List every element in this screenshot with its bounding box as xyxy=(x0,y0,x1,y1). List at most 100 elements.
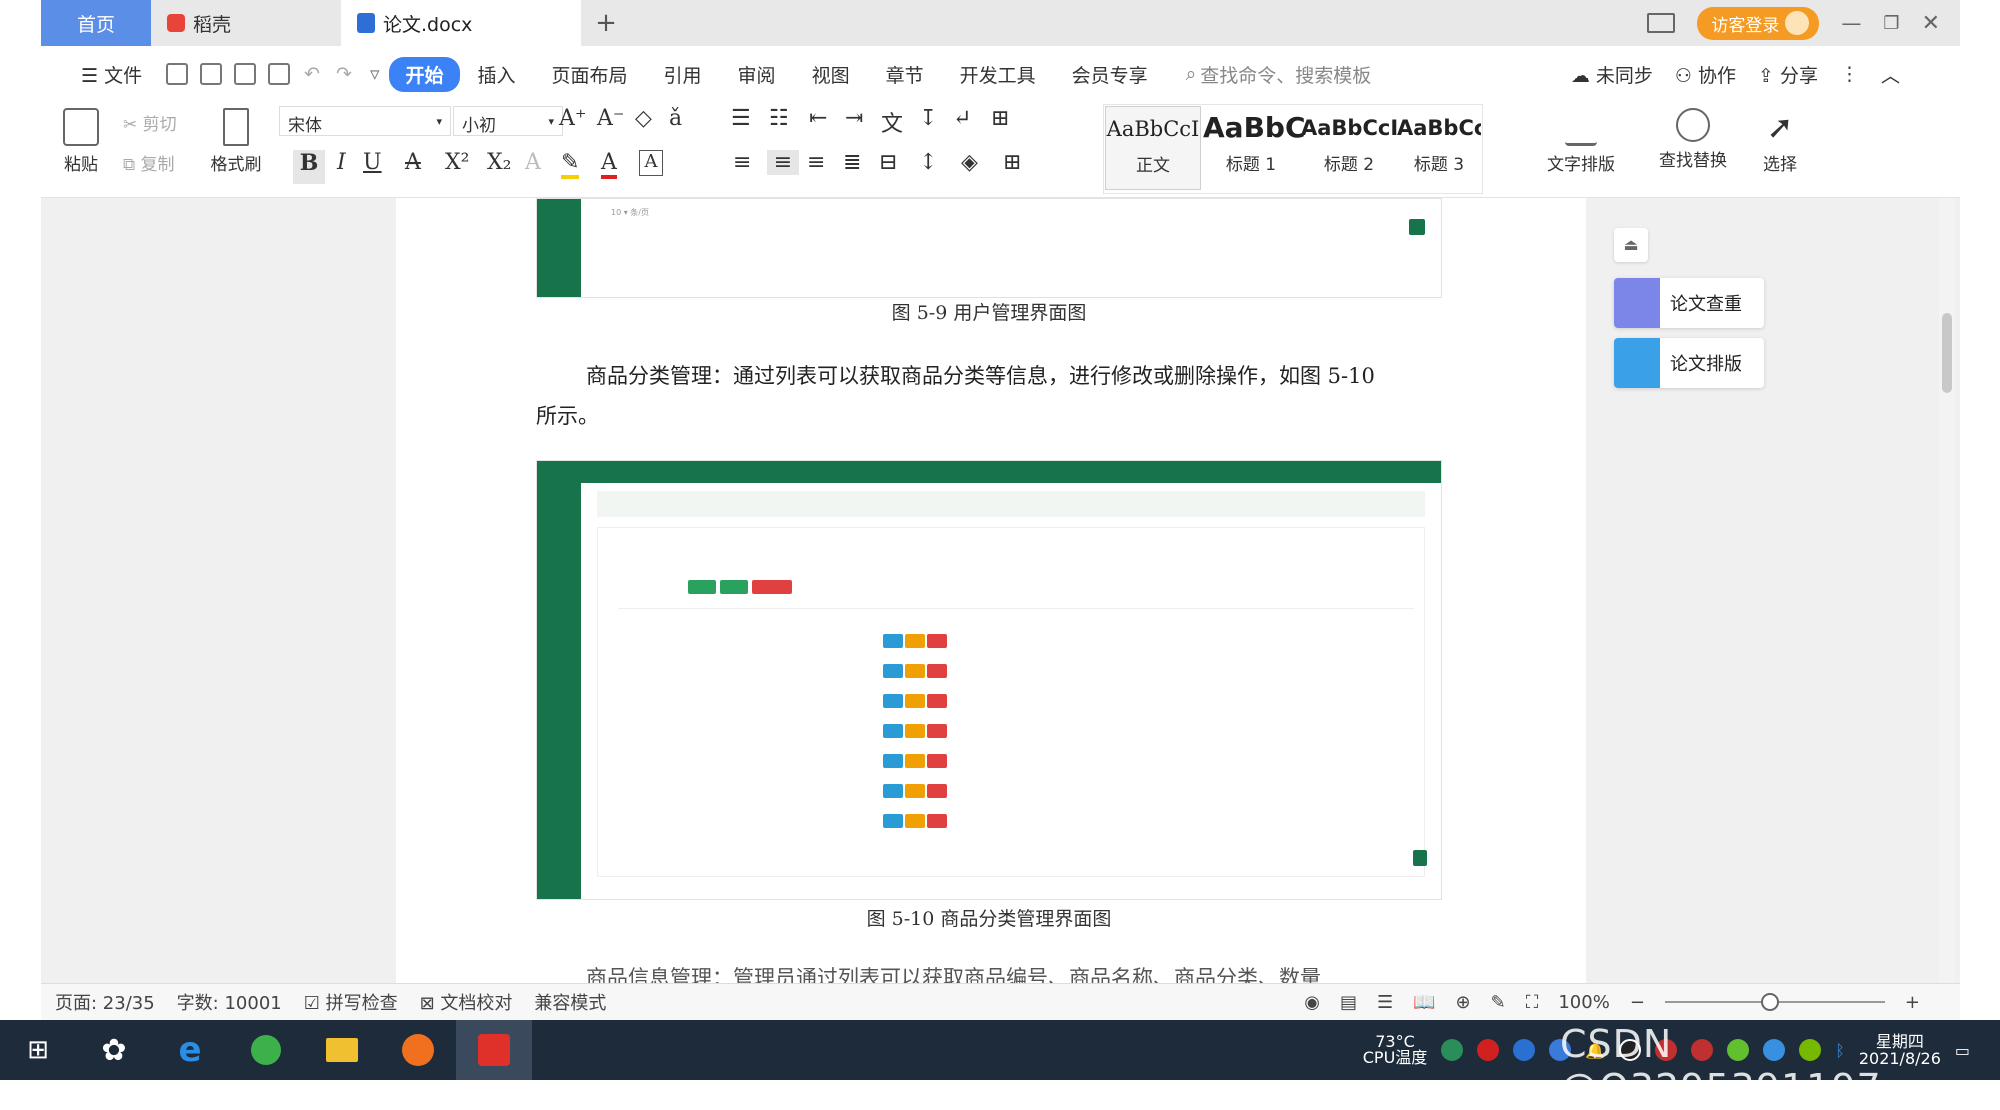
more-icon[interactable]: ⋮ xyxy=(1840,63,1859,85)
char-border-icon[interactable]: A xyxy=(639,150,663,176)
zoom-slider[interactable] xyxy=(1664,993,1885,1011)
file-menu[interactable]: ☰ 文件 xyxy=(63,61,160,88)
tab-home[interactable]: 首页 xyxy=(41,0,151,46)
font-size-select[interactable]: 小初 ▾ xyxy=(453,106,563,136)
tab-daoke[interactable]: 稻壳 xyxy=(151,0,341,46)
taskbar-app-1[interactable]: ✿ xyxy=(76,1020,152,1080)
select-button[interactable]: ➚ 选择 xyxy=(1745,108,1815,175)
share-button[interactable]: ⇪ 分享 xyxy=(1758,61,1818,88)
text-layout-button[interactable]: 文字排版 xyxy=(1531,108,1631,175)
italic-button[interactable]: I xyxy=(337,150,346,175)
write-view-icon[interactable]: ✎ xyxy=(1491,992,1506,1013)
vertical-scrollbar[interactable] xyxy=(1939,198,1955,983)
restore-icon[interactable]: ❐ xyxy=(1883,13,1899,34)
document-canvas[interactable]: 10 ▾ 条/页 图 5-9 用户管理界面图 商品分类管理：通过列表可以获取商品… xyxy=(41,198,1960,983)
style-heading-3[interactable]: AaBbCcI 标题 3 xyxy=(1397,106,1481,190)
panel-collapse-button[interactable]: ⏏ xyxy=(1614,228,1648,262)
zoom-in-button[interactable]: + xyxy=(1905,992,1920,1013)
menu-insert[interactable]: 插入 xyxy=(460,61,534,88)
distributed-icon[interactable]: ⊟ xyxy=(879,150,897,175)
font-family-select[interactable]: 宋体 ▾ xyxy=(279,106,451,136)
zoom-slider-handle[interactable] xyxy=(1760,993,1779,1011)
spell-check-button[interactable]: ☑ 拼写检查 xyxy=(304,989,398,1015)
bold-button[interactable]: B xyxy=(293,150,325,184)
zoom-level[interactable]: 100% xyxy=(1558,992,1609,1013)
decrease-indent-icon[interactable]: ⇤ xyxy=(809,106,827,131)
style-heading-1[interactable]: AaBbC 标题 1 xyxy=(1203,106,1306,190)
taskbar-wps[interactable] xyxy=(456,1020,532,1080)
collab-button[interactable]: ⚇ 协作 xyxy=(1675,61,1736,88)
justify-icon[interactable]: ≣ xyxy=(843,150,861,175)
menu-member[interactable]: 会员专享 xyxy=(1054,61,1166,88)
word-count[interactable]: 字数: 10001 xyxy=(177,989,282,1015)
save-icon[interactable] xyxy=(166,63,189,85)
outline-view-icon[interactable]: ☰ xyxy=(1377,992,1393,1013)
visitor-login-button[interactable]: 访客登录 xyxy=(1697,6,1820,40)
document-page[interactable]: 10 ▾ 条/页 图 5-9 用户管理界面图 商品分类管理：通过列表可以获取商品… xyxy=(396,198,1586,983)
web-view-icon[interactable]: ⊕ xyxy=(1456,992,1471,1013)
shrink-font-icon[interactable]: A⁻ xyxy=(597,106,625,131)
read-view-icon[interactable]: 📖 xyxy=(1413,992,1435,1013)
chinese-layout-icon[interactable]: 文 xyxy=(881,106,903,138)
phonetic-icon[interactable]: ǎ xyxy=(669,106,682,131)
new-tab-button[interactable]: + xyxy=(581,0,631,46)
shading-icon[interactable]: ◈ xyxy=(961,150,978,175)
align-center-icon[interactable]: ≡ xyxy=(767,150,799,175)
paper-check-button[interactable]: 论文查重 xyxy=(1614,278,1764,328)
show-marks-icon[interactable]: ↵ xyxy=(953,106,971,131)
scrollbar-thumb[interactable] xyxy=(1942,313,1952,393)
strikethrough-button[interactable]: A xyxy=(405,150,421,175)
clear-format-icon[interactable]: ◇ xyxy=(635,106,652,131)
tray-app-icon[interactable] xyxy=(1441,1039,1464,1061)
print-icon[interactable] xyxy=(234,63,257,85)
text-effect-icon[interactable]: A xyxy=(525,150,541,175)
menu-chapter[interactable]: 章节 xyxy=(868,61,942,88)
style-normal[interactable]: AaBbCcI 正文 xyxy=(1105,106,1201,190)
undo-icon[interactable]: ↶ xyxy=(296,63,328,85)
paste-button[interactable]: 粘贴 xyxy=(51,108,111,175)
document-proof-button[interactable]: ⊠ 文档校对 xyxy=(420,989,513,1015)
page-indicator[interactable]: 页面: 23/35 xyxy=(55,989,155,1015)
border-icon[interactable]: ⊞ xyxy=(1003,150,1021,175)
collapse-ribbon-icon[interactable]: ︿ xyxy=(1881,61,1900,88)
taskbar-app-fox[interactable] xyxy=(380,1020,456,1080)
menu-references[interactable]: 引用 xyxy=(646,61,720,88)
style-heading-2[interactable]: AaBbCcI 标题 2 xyxy=(1301,106,1398,190)
format-painter-button[interactable]: 格式刷 xyxy=(203,108,269,175)
copy-button[interactable]: ⧉ 复制 xyxy=(123,150,203,175)
numbered-list-icon[interactable]: ☷ xyxy=(769,106,789,131)
menu-developer[interactable]: 开发工具 xyxy=(942,61,1054,88)
grow-font-icon[interactable]: A⁺ xyxy=(559,106,587,131)
paper-layout-button[interactable]: 论文排版 xyxy=(1614,338,1764,388)
menu-start[interactable]: 开始 xyxy=(389,56,460,92)
close-icon[interactable]: ✕ xyxy=(1922,11,1940,36)
page-view-icon[interactable]: ▤ xyxy=(1340,992,1357,1013)
zoom-out-button[interactable]: − xyxy=(1630,992,1645,1013)
eye-protection-icon[interactable]: ◉ xyxy=(1304,992,1320,1013)
highlight-icon[interactable]: ✎ xyxy=(561,150,580,179)
find-replace-button[interactable]: 查找替换 xyxy=(1643,108,1743,171)
tab-document[interactable]: 论文.docx xyxy=(341,0,581,46)
minimize-icon[interactable]: — xyxy=(1841,11,1861,35)
sort-icon[interactable]: ↧ xyxy=(919,106,937,131)
export-icon[interactable] xyxy=(200,63,223,85)
line-spacing-icon[interactable]: ↕ xyxy=(919,150,937,175)
increase-indent-icon[interactable]: ⇥ xyxy=(845,106,863,131)
taskbar-ie[interactable]: e xyxy=(152,1020,228,1080)
align-right-icon[interactable]: ≡ xyxy=(807,150,825,175)
layout-icon[interactable] xyxy=(1647,13,1676,33)
customize-icon[interactable]: ▿ xyxy=(360,63,390,85)
align-left-icon[interactable]: ≡ xyxy=(733,150,751,175)
superscript-button[interactable]: X² xyxy=(445,150,469,175)
command-search[interactable]: ⌕ 查找命令、搜索模板 xyxy=(1166,61,1372,88)
bullet-list-icon[interactable]: ☰ xyxy=(731,106,751,131)
menu-review[interactable]: 审阅 xyxy=(720,61,794,88)
tray-app-icon[interactable] xyxy=(1477,1039,1500,1061)
menu-view[interactable]: 视图 xyxy=(794,61,868,88)
font-color-icon[interactable]: A xyxy=(601,150,617,179)
cut-button[interactable]: ✂ 剪切 xyxy=(123,110,203,135)
taskbar-explorer[interactable] xyxy=(304,1020,380,1080)
underline-button[interactable]: U xyxy=(363,150,382,175)
tray-app-icon[interactable] xyxy=(1513,1039,1536,1061)
start-button[interactable]: ⊞ xyxy=(0,1020,76,1080)
